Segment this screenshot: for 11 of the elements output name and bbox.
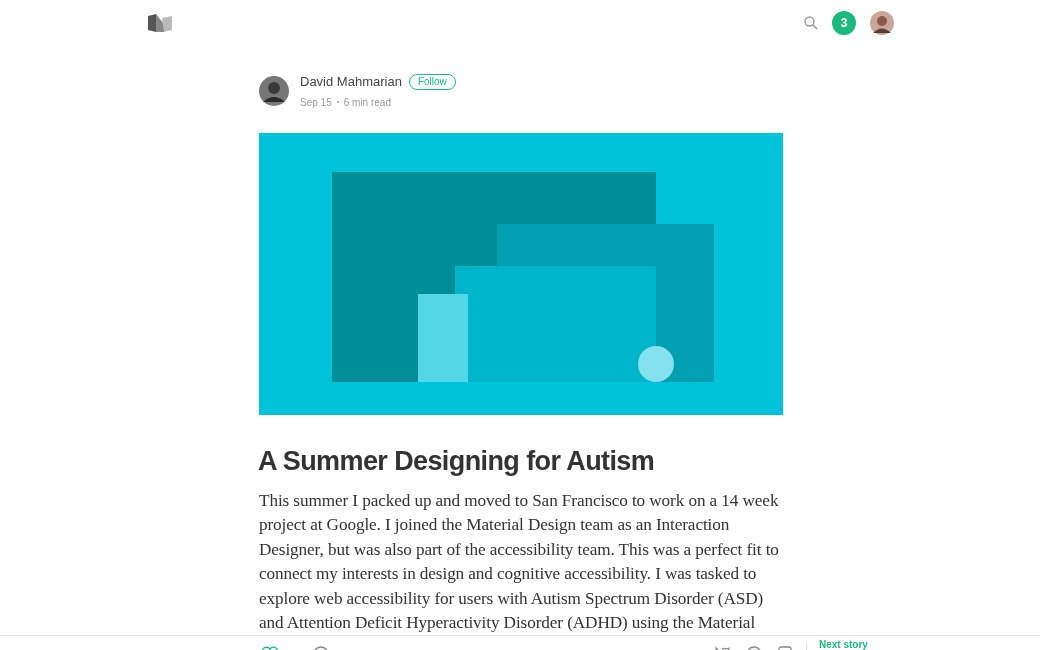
post-date: Sep 15 — [300, 95, 332, 110]
article-paragraph: This summer I packed up and moved to San Francisco to work on a 14 week project at Google. I joined the Material Design team as an Interaction Designer, but was also part of the accessibility team. This was a perfect fit to connect my interests in design and cognitive accessibility. I was tasked to explore web accessibility for users with Autism Spectrum Disorder (ASD) and Attention Deficit Hyperactivity Disorder (ADHD) using the Material — [259, 489, 780, 635]
search-icon[interactable] — [804, 16, 818, 30]
article-title: A Summer Designing for Autism — [258, 444, 656, 478]
read-time: 6 min read — [343, 95, 391, 110]
notification-badge[interactable]: 3 — [832, 11, 856, 35]
next-story-link[interactable]: Next story — [819, 639, 868, 650]
logo-icon[interactable] — [148, 14, 172, 32]
avatar[interactable] — [870, 11, 894, 35]
author-avatar[interactable] — [259, 75, 289, 106]
author-name[interactable]: David Mahmarian — [300, 72, 402, 92]
